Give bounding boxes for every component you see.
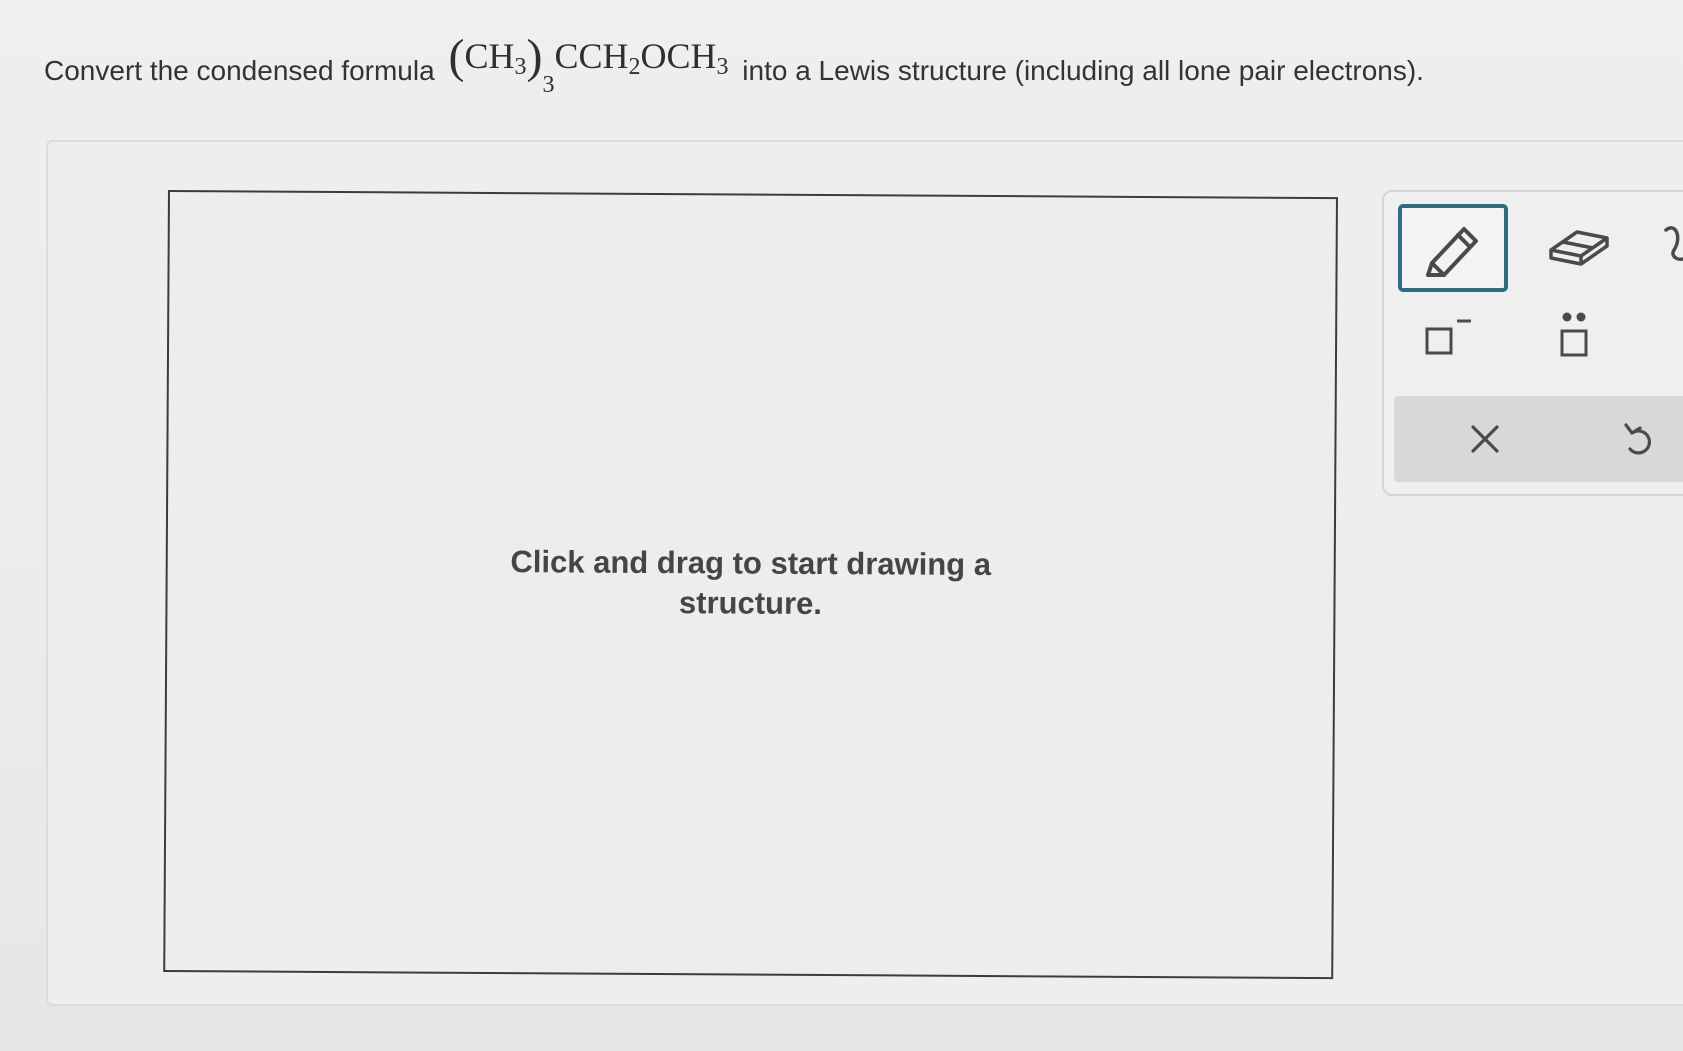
formula-rest-1-sub: 2 xyxy=(628,54,641,80)
action-bar xyxy=(1394,396,1683,482)
eraser-icon xyxy=(1547,224,1611,268)
partial-tool-icon xyxy=(1662,216,1683,276)
drawing-canvas[interactable]: Click and drag to start drawing a struct… xyxy=(163,190,1338,980)
formula-group-sub: 3 xyxy=(514,54,527,80)
negative-charge-icon xyxy=(1419,307,1479,367)
lone-pair-button[interactable] xyxy=(1540,302,1610,372)
formula-rest-1: CCH xyxy=(554,36,629,76)
condensed-formula: (CH3)3CCH2OCH3 xyxy=(448,30,729,99)
formula-rest-2-sub: 3 xyxy=(716,54,729,80)
formula-group-multiplier: 3 xyxy=(542,72,555,98)
close-icon xyxy=(1468,422,1502,456)
question-prefix: Convert the condensed formula xyxy=(44,54,435,86)
formula-group: CH xyxy=(464,36,515,76)
formula-rest-2: OCH xyxy=(640,36,717,76)
negative-charge-button[interactable] xyxy=(1414,302,1484,372)
pencil-icon xyxy=(1422,219,1484,277)
undo-icon xyxy=(1622,419,1656,459)
lone-pair-icon xyxy=(1545,307,1605,367)
clear-button[interactable] xyxy=(1450,404,1520,474)
canvas-hint-line1: Click and drag to start drawing a xyxy=(510,544,992,583)
eraser-tool-button[interactable] xyxy=(1534,208,1624,284)
drawing-toolbar xyxy=(1382,190,1683,496)
canvas-hint-line2: structure. xyxy=(678,585,823,622)
undo-button[interactable] xyxy=(1604,404,1674,474)
question-suffix: into a Lewis structure (including all lo… xyxy=(742,54,1424,86)
pencil-tool-button[interactable] xyxy=(1398,204,1508,292)
partial-tool-button[interactable] xyxy=(1662,208,1683,284)
page: Convert the condensed formula (CH3)3CCH2… xyxy=(0,0,1683,1051)
question-text: Convert the condensed formula (CH3)3CCH2… xyxy=(44,30,1604,109)
canvas-hint: Click and drag to start drawing a struct… xyxy=(167,540,1333,627)
